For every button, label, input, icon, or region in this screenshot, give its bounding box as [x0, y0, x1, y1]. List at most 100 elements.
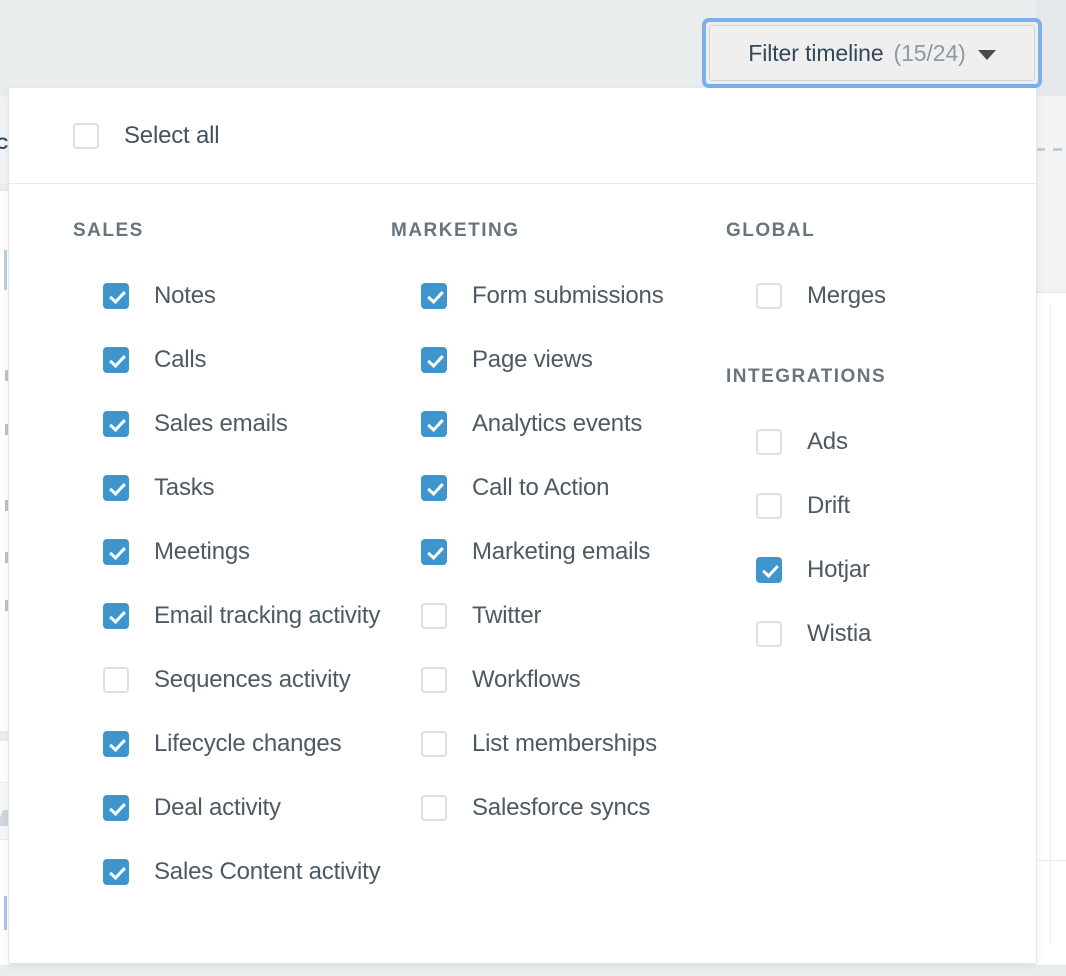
- filter-timeline-button[interactable]: Filter timeline (15/24): [702, 18, 1042, 88]
- option-list-marketing: Form submissions Page views Analytics ev…: [391, 264, 726, 840]
- background-right-rule: [1050, 304, 1066, 944]
- option-label-lifecycle-changes: Lifecycle changes: [154, 730, 342, 757]
- option-list-integrations: Ads Drift Hotjar Wistia: [726, 410, 1026, 666]
- checkbox-analytics-events[interactable]: [421, 411, 447, 437]
- checkbox-deal-activity[interactable]: [103, 795, 129, 821]
- option-label-email-tracking-activity: Email tracking activity: [154, 602, 381, 629]
- option-label-form-submissions: Form submissions: [472, 282, 664, 309]
- checkbox-drift[interactable]: [756, 493, 782, 519]
- filter-column-global-integrations: GLOBAL Merges INTEGRATIONS Ads Drift Hot…: [726, 220, 1026, 904]
- checkbox-email-tracking-activity[interactable]: [103, 603, 129, 629]
- option-label-tasks: Tasks: [154, 474, 215, 501]
- option-label-twitter: Twitter: [472, 602, 542, 629]
- option-label-sequences-activity: Sequences activity: [154, 666, 351, 693]
- option-label-workflows: Workflows: [472, 666, 581, 693]
- filter-timeline-label: Filter timeline: [748, 39, 884, 66]
- option-label-sales-emails: Sales emails: [154, 410, 288, 437]
- checkbox-tasks[interactable]: [103, 475, 129, 501]
- checkbox-page-views[interactable]: [421, 347, 447, 373]
- background-right-divider: [1034, 860, 1066, 861]
- checkbox-sequences-activity[interactable]: [103, 667, 129, 693]
- checkbox-meetings[interactable]: [103, 539, 129, 565]
- checkbox-workflows[interactable]: [421, 667, 447, 693]
- option-label-wistia: Wistia: [807, 620, 872, 647]
- option-meetings[interactable]: Meetings: [73, 520, 391, 584]
- option-twitter[interactable]: Twitter: [391, 584, 726, 648]
- filter-columns: SALES Notes Calls Sales emails Tasks Mee…: [9, 184, 1036, 904]
- group-title-marketing: MARKETING: [391, 220, 520, 241]
- checkbox-list-memberships[interactable]: [421, 731, 447, 757]
- option-wistia[interactable]: Wistia: [726, 602, 1026, 666]
- checkbox-calls[interactable]: [103, 347, 129, 373]
- option-deal-activity[interactable]: Deal activity: [73, 776, 391, 840]
- option-label-sales-content-activity: Sales Content activity: [154, 858, 381, 885]
- option-tasks[interactable]: Tasks: [73, 456, 391, 520]
- group-title-sales: SALES: [73, 220, 144, 241]
- option-label-list-memberships: List memberships: [472, 730, 657, 757]
- option-label-salesforce-syncs: Salesforce syncs: [472, 794, 651, 821]
- filter-column-marketing: MARKETING Form submissions Page views An…: [391, 220, 726, 904]
- checkbox-call-to-action[interactable]: [421, 475, 447, 501]
- option-email-tracking-activity[interactable]: Email tracking activity: [73, 584, 391, 648]
- option-marketing-emails[interactable]: Marketing emails: [391, 520, 726, 584]
- option-calls[interactable]: Calls: [73, 328, 391, 392]
- option-list-sales: Notes Calls Sales emails Tasks Meetings …: [73, 264, 391, 904]
- checkbox-hotjar[interactable]: [756, 557, 782, 583]
- option-workflows[interactable]: Workflows: [391, 648, 726, 712]
- option-label-deal-activity: Deal activity: [154, 794, 281, 821]
- option-label-calls: Calls: [154, 346, 207, 373]
- option-salesforce-syncs[interactable]: Salesforce syncs: [391, 776, 726, 840]
- select-all-checkbox[interactable]: [73, 122, 99, 149]
- filter-timeline-dropdown: Select all SALES Notes Calls Sales email…: [8, 88, 1037, 964]
- option-form-submissions[interactable]: Form submissions: [391, 264, 726, 328]
- option-sales-emails[interactable]: Sales emails: [73, 392, 391, 456]
- background-left-link-sliver: [4, 250, 7, 290]
- checkbox-form-submissions[interactable]: [421, 283, 447, 309]
- group-title-integrations: INTEGRATIONS: [726, 366, 887, 387]
- checkbox-notes[interactable]: [103, 283, 129, 309]
- option-sales-content-activity[interactable]: Sales Content activity: [73, 840, 391, 904]
- option-list-memberships[interactable]: List memberships: [391, 712, 726, 776]
- checkbox-wistia[interactable]: [756, 621, 782, 647]
- option-sequences-activity[interactable]: Sequences activity: [73, 648, 391, 712]
- select-all-label: Select all: [124, 121, 220, 149]
- checkbox-ads[interactable]: [756, 429, 782, 455]
- option-label-meetings: Meetings: [154, 538, 250, 565]
- option-hotjar[interactable]: Hotjar: [726, 538, 1026, 602]
- option-page-views[interactable]: Page views: [391, 328, 726, 392]
- filter-column-sales: SALES Notes Calls Sales emails Tasks Mee…: [9, 220, 391, 904]
- background-right-card: [1034, 96, 1066, 292]
- background-dashed-placeholder: [1036, 148, 1066, 151]
- checkbox-sales-content-activity[interactable]: [103, 859, 129, 885]
- option-label-analytics-events: Analytics events: [472, 410, 643, 437]
- chevron-down-icon: [977, 49, 996, 60]
- option-ads[interactable]: Ads: [726, 410, 1026, 474]
- checkbox-lifecycle-changes[interactable]: [103, 731, 129, 757]
- option-label-drift: Drift: [807, 492, 850, 519]
- checkbox-salesforce-syncs[interactable]: [421, 795, 447, 821]
- option-analytics-events[interactable]: Analytics events: [391, 392, 726, 456]
- checkbox-twitter[interactable]: [421, 603, 447, 629]
- filter-timeline-button-inner: Filter timeline (15/24): [709, 25, 1035, 81]
- option-label-call-to-action: Call to Action: [472, 474, 610, 501]
- checkbox-marketing-emails[interactable]: [421, 539, 447, 565]
- option-label-merges: Merges: [807, 282, 886, 309]
- background-left-link-sliver: [4, 896, 7, 930]
- option-label-hotjar: Hotjar: [807, 556, 870, 583]
- option-merges[interactable]: Merges: [726, 264, 1026, 328]
- option-notes[interactable]: Notes: [73, 264, 391, 328]
- group-title-global: GLOBAL: [726, 220, 816, 241]
- option-list-global: Merges: [726, 264, 1026, 328]
- select-all-row[interactable]: Select all: [9, 88, 1036, 184]
- option-label-ads: Ads: [807, 428, 848, 455]
- screen: C Filter timeline (15/24) Select all SAL…: [0, 0, 1066, 976]
- option-label-marketing-emails: Marketing emails: [472, 538, 651, 565]
- filter-timeline-count: (15/24): [893, 39, 966, 66]
- option-lifecycle-changes[interactable]: Lifecycle changes: [73, 712, 391, 776]
- option-label-page-views: Page views: [472, 346, 593, 373]
- checkbox-sales-emails[interactable]: [103, 411, 129, 437]
- option-label-notes: Notes: [154, 282, 216, 309]
- checkbox-merges[interactable]: [756, 283, 782, 309]
- option-drift[interactable]: Drift: [726, 474, 1026, 538]
- option-call-to-action[interactable]: Call to Action: [391, 456, 726, 520]
